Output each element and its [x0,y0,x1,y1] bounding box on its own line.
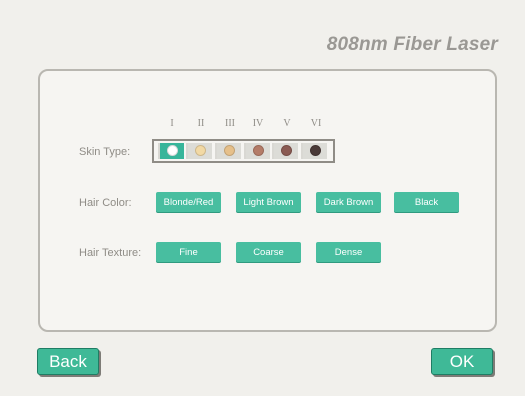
skin-type-numeral-3: III [225,118,235,129]
hair-color-blonde-red-button[interactable]: Blonde/Red [156,192,221,212]
hair-texture-dense-button[interactable]: Dense [316,242,381,262]
skin-tone-swatch-5 [281,145,292,156]
hair-color-light-brown-button[interactable]: Light Brown [236,192,301,212]
skin-tone-swatch-4 [253,145,264,156]
skin-tone-swatch-2 [195,145,206,156]
skin-type-numeral-2: II [197,118,205,129]
skin-type-numeral-5: V [283,118,291,129]
skin-type-numerals: I II III IV V VI [0,118,525,132]
skin-type-option-1[interactable] [158,143,184,159]
hair-texture-label: Hair Texture: [79,247,142,259]
back-button[interactable]: Back [37,348,99,375]
ok-button[interactable]: OK [431,348,493,375]
skin-type-numeral-4: IV [252,118,264,129]
hair-texture-fine-button[interactable]: Fine [156,242,221,262]
hair-color-black-button[interactable]: Black [394,192,459,212]
app-title: 808nm Fiber Laser [326,34,498,55]
hair-color-label: Hair Color: [79,197,132,209]
skin-type-selector[interactable] [152,139,335,163]
skin-type-option-6[interactable] [301,143,327,159]
skin-type-numeral-1: I [170,118,174,129]
skin-type-numeral-6: VI [310,118,322,129]
skin-type-option-2[interactable] [186,143,212,159]
skin-type-option-4[interactable] [244,143,270,159]
skin-type-label: Skin Type: [79,146,131,158]
skin-tone-swatch-3 [224,145,235,156]
skin-type-option-5[interactable] [272,143,298,159]
hair-color-dark-brown-button[interactable]: Dark Brown [316,192,381,212]
skin-type-option-3[interactable] [215,143,241,159]
skin-tone-swatch-6 [310,145,321,156]
hair-texture-coarse-button[interactable]: Coarse [236,242,301,262]
skin-tone-swatch-1 [167,145,178,156]
